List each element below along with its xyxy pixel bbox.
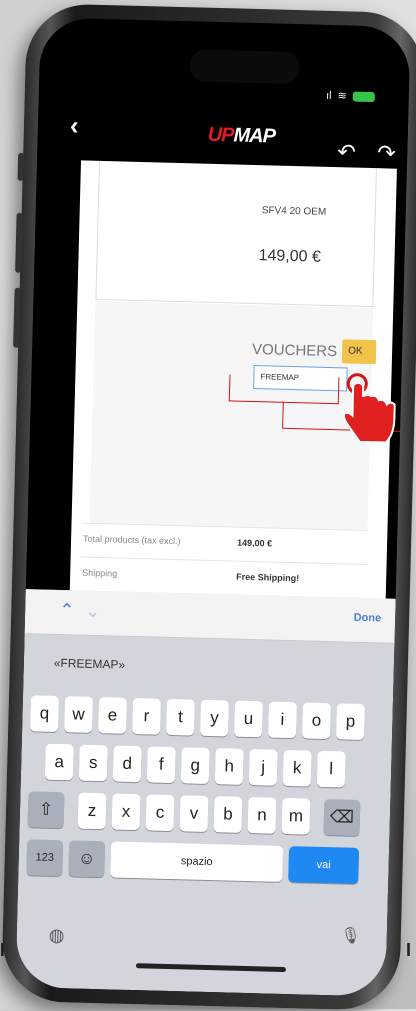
key[interactable]: i — [267, 701, 297, 739]
signal-icon: ıl — [325, 89, 332, 102]
edge-letter-right: I — [406, 940, 412, 960]
globe-icon[interactable]: ◍ — [48, 925, 64, 946]
key[interactable]: t — [166, 698, 195, 736]
keyboard-row-3: ⇧ z x c v b n m ⌫ — [27, 791, 391, 836]
key[interactable]: c — [145, 794, 175, 832]
status-bar: ıl ≋ — [326, 89, 375, 103]
volume-up-button — [15, 212, 23, 273]
shipping-value: Free Shipping! — [236, 571, 300, 584]
key[interactable]: r — [132, 697, 161, 735]
keyboard-row-4: 123 ☺ spazio vai — [26, 839, 389, 884]
back-icon[interactable]: ‹ — [70, 110, 79, 141]
phone-frame: ıl ≋ ‹ UPMAP ↶ ↷ SFV4 20 OEM 149,00 € VO… — [1, 2, 416, 1011]
key[interactable]: y — [200, 699, 229, 737]
key[interactable]: z — [77, 792, 107, 830]
key[interactable]: k — [282, 749, 312, 787]
key[interactable]: h — [214, 748, 244, 785]
redo-icon[interactable]: ↷ — [377, 140, 396, 166]
keyboard-row-2: a s d f g h j k l — [44, 743, 392, 789]
shipping-label: Shipping — [82, 567, 118, 579]
volume-down-button — [13, 287, 21, 348]
tap-hand-icon — [342, 373, 396, 444]
key[interactable]: e — [98, 697, 127, 734]
keyboard-row-1: q w e r t y u i o p — [30, 695, 393, 741]
voucher-section — [89, 300, 374, 531]
key[interactable]: s — [78, 744, 108, 782]
chevron-up-icon[interactable]: ⌃ — [59, 600, 75, 621]
total-products-value: 149,00 € — [236, 537, 273, 549]
key[interactable]: q — [30, 695, 59, 733]
backspace-key-icon[interactable]: ⌫ — [323, 799, 361, 836]
key[interactable]: g — [180, 747, 210, 784]
phone-screen: ıl ≋ ‹ UPMAP ↶ ↷ SFV4 20 OEM 149,00 € VO… — [15, 17, 411, 997]
space-key[interactable]: spazio — [110, 841, 284, 882]
key[interactable]: w — [64, 696, 93, 733]
key[interactable]: u — [233, 700, 263, 738]
chevron-down-icon[interactable]: ⌄ — [85, 601, 101, 622]
highlight-bracket — [228, 374, 340, 405]
emoji-key-icon[interactable]: ☺ — [68, 840, 106, 878]
key[interactable]: d — [112, 745, 142, 783]
app-logo: UPMAP — [207, 123, 276, 148]
total-products-label: Total products (tax excl.) — [82, 533, 181, 547]
key[interactable]: m — [281, 797, 311, 835]
key[interactable]: n — [247, 797, 277, 834]
autocomplete-suggestion[interactable]: «FREEMAP» — [54, 656, 126, 672]
key[interactable]: j — [248, 749, 278, 786]
wifi-icon: ≋ — [337, 90, 347, 103]
numbers-key[interactable]: 123 — [26, 839, 64, 877]
product-box — [95, 160, 377, 308]
done-button[interactable]: Done — [353, 612, 381, 625]
vouchers-label: VOUCHERS — [251, 340, 338, 361]
key[interactable]: a — [44, 743, 74, 781]
return-key[interactable]: vai — [288, 846, 360, 884]
shift-key-icon[interactable]: ⇧ — [27, 791, 65, 829]
dynamic-island — [189, 49, 300, 85]
key[interactable]: l — [316, 750, 346, 788]
key[interactable]: o — [301, 702, 331, 740]
battery-icon — [352, 91, 375, 102]
action-button — [17, 152, 25, 181]
home-indicator — [135, 963, 286, 973]
key[interactable]: v — [179, 795, 209, 832]
microphone-icon[interactable]: 🎙︎ — [340, 925, 361, 946]
product-price: 149,00 € — [258, 247, 322, 266]
key[interactable]: f — [146, 746, 176, 784]
app-header: ‹ UPMAP ↶ ↷ — [37, 101, 409, 169]
voucher-ok-button[interactable]: OK — [341, 339, 377, 365]
product-name: SFV4 20 OEM — [261, 205, 327, 218]
key[interactable]: b — [213, 796, 243, 833]
key[interactable]: x — [111, 793, 141, 831]
virtual-keyboard: ⌃ ⌄ Done «FREEMAP» q w e r t y u i o p a… — [15, 589, 396, 997]
keyboard-accessory-bar: ⌃ ⌄ Done — [24, 589, 396, 644]
undo-icon[interactable]: ↶ — [337, 139, 356, 165]
key[interactable]: p — [335, 703, 365, 741]
